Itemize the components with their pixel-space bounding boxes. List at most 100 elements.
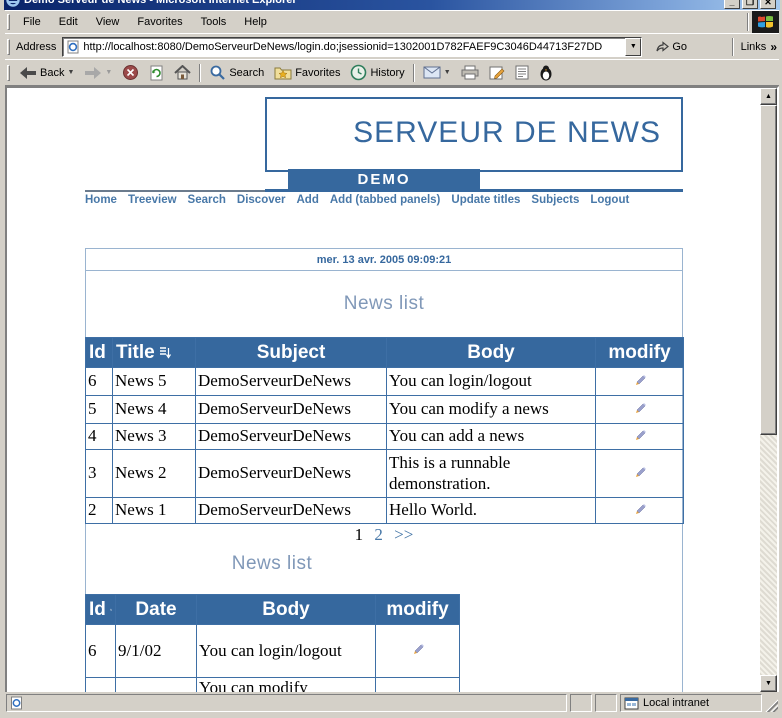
resize-grip-icon[interactable]: [765, 699, 778, 712]
demo-badge: DEMO: [288, 169, 480, 190]
status-pane-main: [6, 694, 567, 712]
nav-add-tabbed[interactable]: Add (tabbed panels): [330, 194, 441, 206]
edit-button[interactable]: [484, 62, 510, 84]
history-label: History: [370, 67, 404, 79]
links-label[interactable]: Links: [741, 41, 767, 53]
nav-update-titles[interactable]: Update titles: [451, 194, 520, 206]
main-nav: Home Treeview Search Discover Add Add (t…: [85, 194, 705, 206]
cell-title: News 5: [113, 368, 196, 396]
forward-dropdown-icon[interactable]: ▼: [105, 69, 112, 76]
cell-body: You can login/logout: [387, 368, 596, 396]
site-title: SERVEUR DE NEWS: [353, 116, 661, 149]
scroll-down-button[interactable]: ▼: [760, 675, 777, 692]
sort-icon[interactable]: [110, 603, 112, 617]
cell-title: News 2: [113, 450, 196, 498]
pagination-page-2[interactable]: 2: [374, 525, 383, 544]
nav-discover[interactable]: Discover: [237, 194, 286, 206]
menu-tools[interactable]: Tools: [192, 13, 236, 31]
cell-modify: [596, 424, 684, 450]
address-bar: Address http://localhost:8080/DemoServeu…: [5, 33, 779, 59]
status-zone-pane: Local intranet: [620, 694, 762, 712]
menu-file[interactable]: File: [14, 13, 50, 31]
messenger-button[interactable]: [534, 62, 558, 84]
minimize-button[interactable]: _: [724, 0, 740, 9]
divider: [199, 64, 201, 82]
title-bar[interactable]: Demo Serveur de News - Microsoft Interne…: [4, 0, 780, 10]
col-id[interactable]: Id: [86, 595, 116, 625]
edit-pencil-icon[interactable]: [632, 399, 648, 415]
nav-search[interactable]: Search: [188, 194, 226, 206]
table-row: 6 News 5 DemoServeurDeNews You can login…: [86, 368, 684, 396]
menu-help[interactable]: Help: [235, 13, 276, 31]
mail-button[interactable]: ▼: [418, 62, 456, 84]
edit-pencil-icon[interactable]: [632, 426, 648, 442]
back-dropdown-icon[interactable]: ▼: [67, 69, 74, 76]
mail-dropdown-icon[interactable]: ▼: [444, 69, 451, 76]
status-pane-empty: [570, 694, 592, 712]
nav-logout[interactable]: Logout: [590, 194, 629, 206]
print-button[interactable]: [456, 62, 484, 84]
edit-pencil-icon[interactable]: [410, 640, 426, 656]
toolbar-grip[interactable]: [7, 39, 10, 55]
menu-view[interactable]: View: [87, 13, 129, 31]
table-row: 4 News 3 DemoServeurDeNews You can add a…: [86, 424, 684, 450]
menu-bar: File Edit View Favorites Tools Help: [5, 10, 779, 33]
edit-pencil-icon[interactable]: [632, 463, 648, 479]
address-dropdown-button[interactable]: ▼: [625, 38, 641, 56]
refresh-button[interactable]: [144, 62, 169, 84]
cell-modify: [376, 625, 460, 678]
toolbar-grip[interactable]: [7, 14, 10, 30]
col-id[interactable]: Id: [86, 338, 113, 368]
vertical-scrollbar[interactable]: ▲ ▼: [760, 88, 777, 692]
cell-subject: DemoServeurDeNews: [196, 498, 387, 524]
close-button[interactable]: ✕: [760, 0, 776, 9]
maximize-button[interactable]: ❐: [742, 0, 758, 9]
edit-pencil-icon[interactable]: [632, 500, 648, 516]
back-label: Back: [40, 67, 64, 79]
cell-body: You can modify: [197, 678, 376, 693]
table-row: 5 News 4 DemoServeurDeNews You can modif…: [86, 396, 684, 424]
col-date: Date: [116, 595, 197, 625]
col-modify-label: modify: [608, 342, 670, 364]
menu-edit[interactable]: Edit: [50, 13, 87, 31]
cell-title: News 3: [113, 424, 196, 450]
forward-button[interactable]: ▼: [79, 62, 117, 84]
pagination-next[interactable]: >>: [394, 525, 413, 544]
search-button[interactable]: Search: [204, 62, 269, 84]
sort-icon[interactable]: [159, 346, 171, 360]
col-date-label: Date: [135, 599, 176, 621]
ie-logo-icon: [6, 0, 20, 7]
cell-id: 3: [86, 450, 113, 498]
edit-page-icon: [489, 65, 505, 80]
menu-favorites[interactable]: Favorites: [128, 13, 191, 31]
stop-button[interactable]: [117, 62, 144, 84]
refresh-icon: [149, 65, 164, 81]
scroll-up-button[interactable]: ▲: [760, 88, 777, 105]
nav-home[interactable]: Home: [85, 194, 117, 206]
history-button[interactable]: History: [345, 62, 409, 84]
scrollbar-thumb[interactable]: [760, 105, 777, 435]
news-list-title: News list: [86, 553, 458, 575]
home-icon: [174, 65, 191, 80]
col-title[interactable]: Title: [113, 338, 196, 368]
nav-add[interactable]: Add: [297, 194, 319, 206]
pagination-current: 1: [355, 525, 364, 544]
nav-subjects[interactable]: Subjects: [531, 194, 579, 206]
go-button[interactable]: Go: [650, 39, 692, 55]
cell-body: You can login/logout: [197, 625, 376, 678]
home-button[interactable]: [169, 62, 196, 84]
toolbar-grip[interactable]: [7, 65, 10, 81]
col-subject: Subject: [196, 338, 387, 368]
col-modify-label: modify: [386, 599, 448, 621]
favorites-button[interactable]: Favorites: [269, 62, 345, 84]
address-input[interactable]: http://localhost:8080/DemoServeurDeNews/…: [62, 37, 642, 57]
page-ie-icon: [10, 696, 23, 710]
back-button[interactable]: Back ▼: [14, 62, 79, 84]
nav-treeview[interactable]: Treeview: [128, 194, 177, 206]
links-chevron[interactable]: »: [770, 40, 777, 54]
discuss-button[interactable]: [510, 62, 534, 84]
table-row: 2 News 1 DemoServeurDeNews Hello World.: [86, 498, 684, 524]
edit-pencil-icon[interactable]: [632, 371, 648, 387]
news-table-by-date: Id Date Body modify 6 9/1/02 You can log…: [85, 594, 460, 692]
cell-id: 6: [86, 368, 113, 396]
